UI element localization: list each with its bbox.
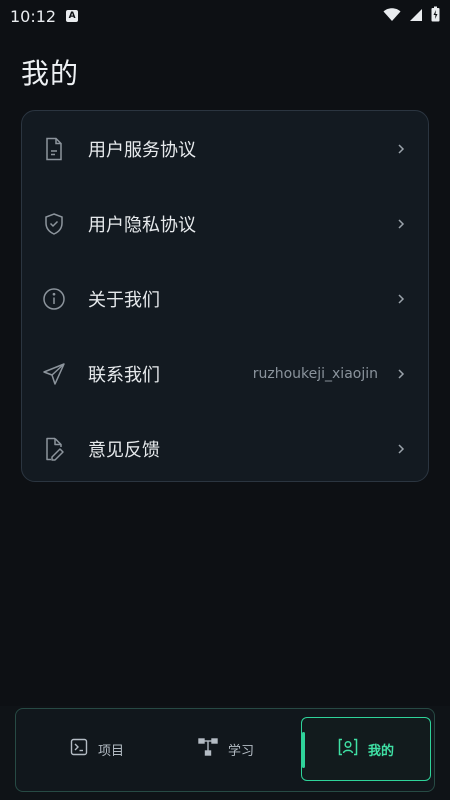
page-title: 我的 (21, 57, 80, 90)
shield-check-icon (42, 212, 66, 236)
menu-item-contact-us[interactable]: 联系我们 ruzhoukeji_xiaojin (22, 336, 428, 411)
menu-item-label: 用户服务协议 (88, 139, 196, 161)
chevron-right-icon (396, 292, 406, 306)
info-icon (42, 287, 66, 311)
menu-item-label: 关于我们 (88, 289, 160, 311)
bottom-nav: 项目 学习 我的 (15, 708, 435, 792)
chevron-right-icon (396, 142, 406, 156)
contact-handle: ruzhoukeji_xiaojin (252, 365, 378, 382)
battery-charging-icon (431, 6, 440, 26)
chevron-right-icon (396, 217, 406, 231)
terminal-icon (70, 738, 88, 760)
nav-tab-label: 我的 (367, 743, 394, 759)
menu-item-label: 意见反馈 (88, 439, 160, 461)
status-bar: 10:12 A (0, 0, 450, 32)
settings-menu-card: 用户服务协议 用户隐私协议 关于我们 联系我们 ruzhoukeji_xiaoj… (21, 110, 429, 482)
chevron-right-icon (396, 442, 406, 456)
document-icon (42, 137, 66, 161)
menu-item-label: 联系我们 (88, 364, 160, 386)
send-icon (42, 362, 66, 386)
wifi-icon (383, 7, 401, 26)
nav-tab-label: 项目 (97, 743, 124, 759)
menu-item-about-us[interactable]: 关于我们 (22, 261, 428, 336)
bottom-nav-area: 项目 学习 我的 (0, 706, 450, 800)
signal-icon (409, 7, 423, 26)
menu-item-privacy-policy[interactable]: 用户隐私协议 (22, 186, 428, 261)
status-time: 10:12 (10, 6, 57, 26)
nav-tab-projects[interactable]: 项目 (32, 717, 162, 781)
menu-item-user-agreement[interactable]: 用户服务协议 (22, 111, 428, 186)
nav-tab-label: 学习 (227, 743, 254, 759)
flow-icon (198, 738, 218, 760)
menu-item-feedback[interactable]: 意见反馈 (22, 411, 428, 486)
nav-tab-mine[interactable]: 我的 (301, 717, 431, 781)
notification-a-icon: A (66, 10, 79, 22)
menu-item-label: 用户隐私协议 (88, 214, 196, 236)
user-frame-icon (338, 738, 358, 760)
nav-tab-learning[interactable]: 学习 (161, 717, 291, 781)
feedback-edit-icon (42, 437, 66, 461)
chevron-right-icon (396, 367, 406, 381)
